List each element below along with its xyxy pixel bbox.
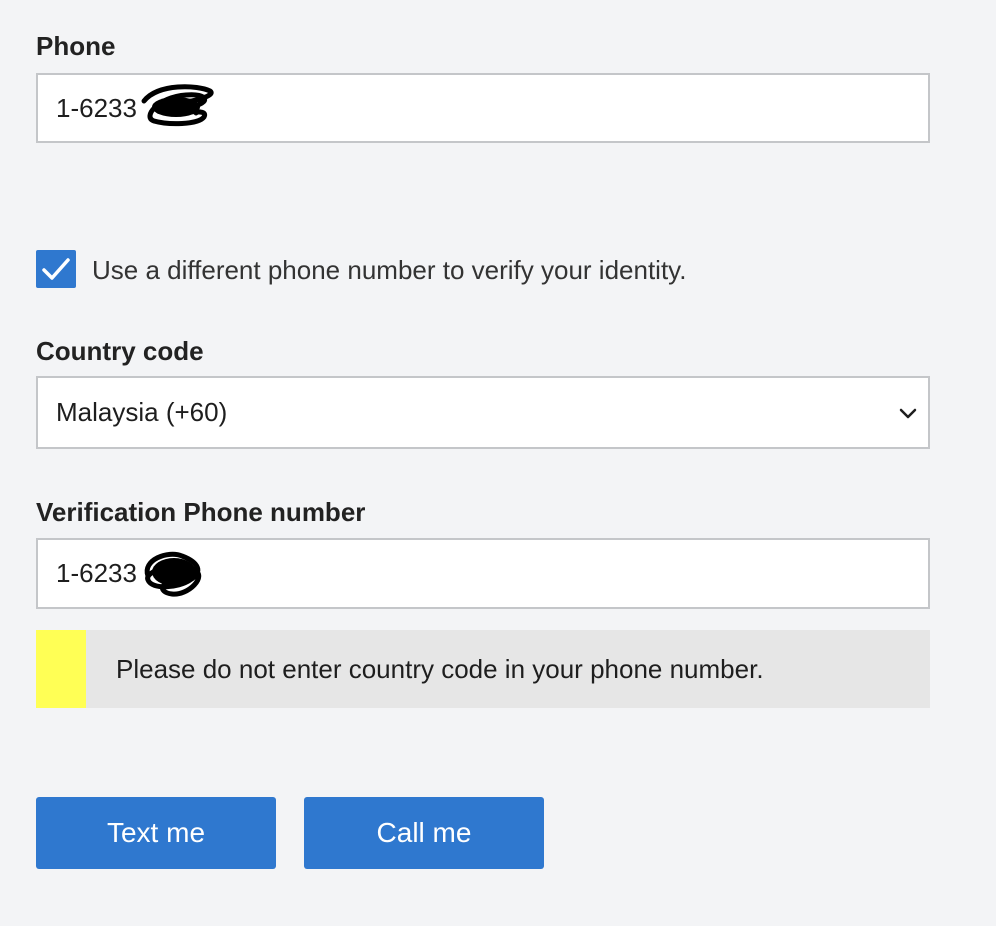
phone-input[interactable]: 1-6233 xyxy=(36,73,930,143)
verification-phone-label: Verification Phone number xyxy=(36,497,366,527)
verification-phone-input[interactable]: 1-6233 xyxy=(36,538,930,609)
phone-input-value: 1-6233 xyxy=(56,93,137,123)
checkmark-icon xyxy=(42,258,70,280)
chevron-down-icon xyxy=(899,408,917,419)
verification-phone-input-value: 1-6233 xyxy=(56,558,137,588)
country-code-selected-value: Malaysia (+60) xyxy=(56,397,228,427)
warning-accent-stripe xyxy=(36,630,86,708)
country-code-select[interactable]: Malaysia (+60) xyxy=(36,376,930,449)
country-code-warning: Please do not enter country code in your… xyxy=(36,630,930,708)
call-me-button[interactable]: Call me xyxy=(304,797,544,869)
text-me-button[interactable]: Text me xyxy=(36,797,276,869)
use-different-number-label: Use a different phone number to verify y… xyxy=(92,255,687,285)
country-code-label: Country code xyxy=(36,336,204,366)
phone-label: Phone xyxy=(36,31,116,61)
warning-message: Please do not enter country code in your… xyxy=(116,654,764,684)
use-different-number-checkbox[interactable] xyxy=(36,250,76,288)
redaction-scribble xyxy=(141,84,214,127)
redaction-scribble xyxy=(144,551,202,597)
